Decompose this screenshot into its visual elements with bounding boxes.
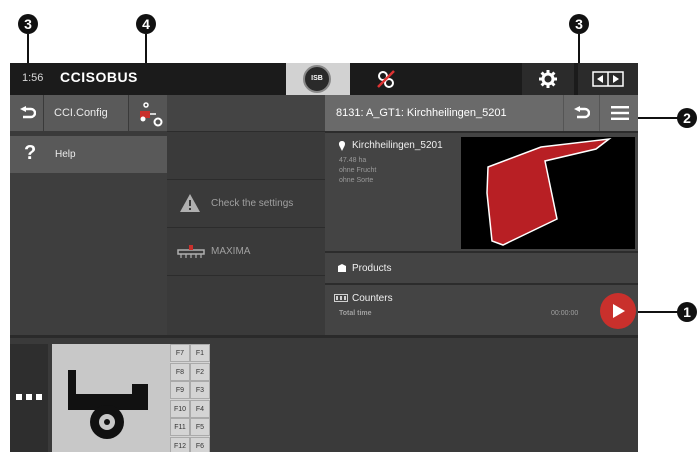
middle-column: Check the settings MAXIMA [167,131,325,335]
tool-disabled-icon[interactable] [374,68,398,90]
fkey-f4[interactable]: F4 [190,399,210,418]
function-keys: F7 F8 F9 F10 F11 F12 F1 F2 F3 F4 F5 F6 [170,344,210,452]
callout-1: 1 [677,302,697,322]
products-item[interactable]: Products [325,251,638,283]
config-body [10,173,167,335]
check-settings-label: Check the settings [211,198,294,209]
fkey-f9[interactable]: F9 [170,381,190,399]
fkey-f6[interactable]: F6 [190,436,210,452]
isb-label: ISB [311,75,323,82]
fkey-f2[interactable]: F2 [190,362,210,381]
field-area: 47.48 ha [339,157,367,164]
counters-label: Counters [352,293,393,304]
field-map-preview [461,137,635,249]
total-time-value: 00:00:00 [551,310,579,317]
middle-header [167,95,325,131]
tractor-logo-icon [68,370,148,439]
config-title: CCI.Config [54,107,108,119]
field-boundary-shape [486,137,612,246]
isb-icon: ISB [303,65,331,93]
vt-mask-preview[interactable] [52,344,170,452]
task-header: 8131: A_GT1: Kirchheilingen_5201 [325,95,638,131]
virtual-terminal-area: F7 F8 F9 F10 F11 F12 F1 F2 F3 F4 F5 F6 [10,335,638,452]
seeder-icon [177,245,205,258]
middle-row-empty [167,131,325,179]
fkey-f8[interactable]: F8 [170,362,190,381]
warning-icon [180,194,200,212]
fkey-f10[interactable]: F10 [170,399,190,418]
hamburger-menu-button[interactable] [599,95,638,131]
settings-button[interactable] [522,63,574,95]
field-pin-icon [338,141,346,151]
maxima-label: MAXIMA [211,246,251,257]
config-back-button[interactable] [10,95,44,131]
top-bar: 1:56 CCISOBUS ISB [10,63,638,95]
help-menu-item[interactable]: ? Help [10,136,167,173]
middle-row-empty-bottom [167,275,325,335]
products-icon [338,264,346,272]
fkey-f7[interactable]: F7 [170,344,190,362]
field-card[interactable]: Kirchheilingen_5201 47.48 ha ohne Frucht… [325,131,638,251]
task-title: 8131: A_GT1: Kirchheilingen_5201 [336,107,507,119]
gear-icon [539,70,557,88]
fkey-f11[interactable]: F11 [170,418,190,436]
config-tools-button[interactable] [128,95,167,131]
menu-icon [611,106,629,120]
brand-logo: CCISOBUS [60,69,138,85]
callout-3-right: 3 [569,14,589,34]
right-panel-filler [325,327,638,335]
start-task-button[interactable] [600,293,636,329]
field-name: Kirchheilingen_5201 [352,140,443,151]
dots-icon [16,394,42,400]
field-variety: ohne Sorte [339,177,374,184]
swap-icon [592,71,624,87]
config-header: CCI.Config [10,95,167,131]
fkey-f5[interactable]: F5 [190,418,210,436]
help-label: Help [55,149,76,160]
fkey-f3[interactable]: F3 [190,381,210,399]
back-arrow-icon [20,106,36,119]
fkey-f1[interactable]: F1 [190,344,210,362]
terminal-screen: 1:56 CCISOBUS ISB CCI.Config ? Help Chec… [10,63,638,452]
swap-screen-button[interactable] [578,63,638,95]
callout-2: 2 [677,108,697,128]
callout-4: 4 [136,14,156,34]
isb-button[interactable]: ISB [286,63,350,95]
task-back-button[interactable] [563,95,599,131]
clock: 1:56 [22,72,44,84]
counter-icon [334,294,348,302]
machine-settings-icon [140,102,163,127]
help-icon: ? [24,142,37,164]
play-icon [613,304,625,318]
check-settings-item[interactable]: Check the settings [167,179,325,227]
fkey-f12[interactable]: F12 [170,436,190,452]
counters-item[interactable]: Counters Total time 00:00:00 [325,283,638,327]
callout-3-left: 3 [18,14,38,34]
total-time-label: Total time [339,310,372,317]
more-options-button[interactable] [10,344,48,452]
field-crop: ohne Frucht [339,167,377,174]
back-arrow-icon [574,106,590,119]
products-label: Products [352,263,392,274]
maxima-item[interactable]: MAXIMA [167,227,325,275]
